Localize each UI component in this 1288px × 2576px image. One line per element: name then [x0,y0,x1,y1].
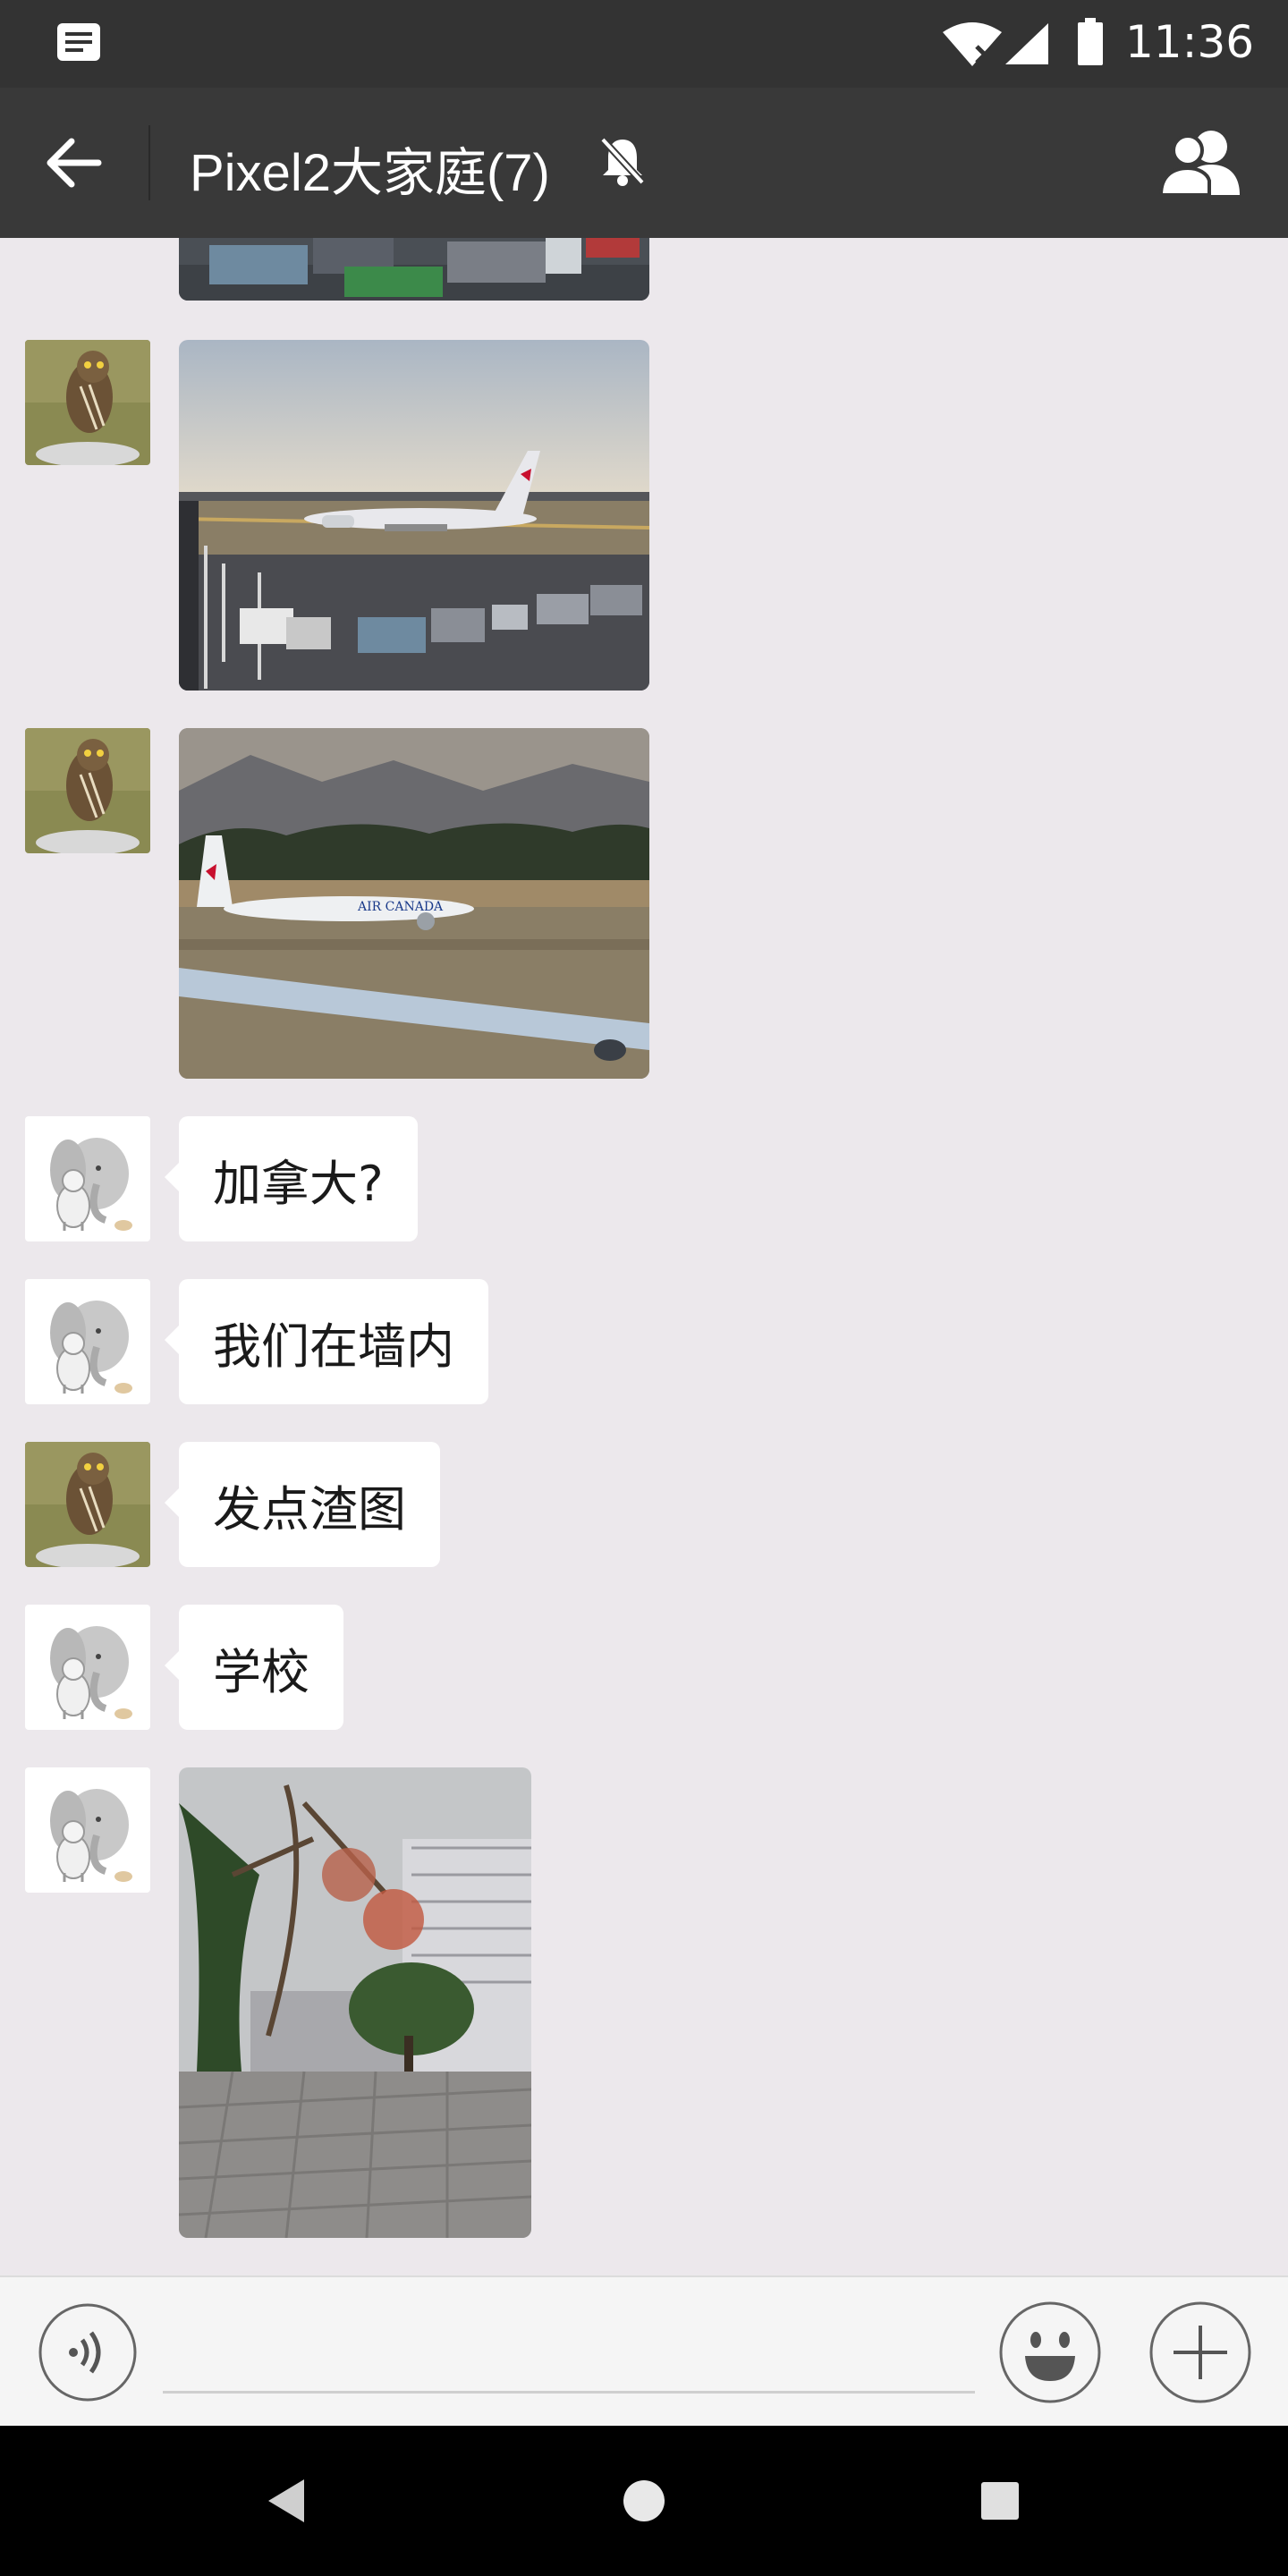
avatar-elephant[interactable] [25,1767,150,1893]
input-bar [0,2275,1288,2426]
message-text-bubble[interactable]: 发点渣图 [165,1442,440,1567]
message-image[interactable]: AIR CANADA [179,728,649,1079]
svg-text:AIR CANADA: AIR CANADA [357,900,444,914]
avatar-owl[interactable] [25,1442,150,1567]
back-button[interactable] [39,127,111,199]
battery-icon [1078,18,1103,65]
message-image[interactable] [179,1767,531,2238]
wifi-x-icon [943,22,1002,66]
chat-header: Pixel2大家庭(7) [0,88,1288,238]
avatar-owl[interactable] [25,728,150,853]
voice-button[interactable] [38,2302,138,2402]
group-members-button[interactable] [1157,127,1243,199]
avatar-elephant[interactable] [25,1116,150,1241]
system-nav-bar [0,2426,1288,2576]
avatar-elephant[interactable] [25,1605,150,1730]
avatar-owl[interactable] [25,340,150,465]
bell-off-icon [600,137,645,186]
message-image[interactable] [179,340,649,691]
signal-icon [1005,23,1048,64]
message-text-bubble[interactable]: 加拿大? [165,1116,418,1241]
nav-back-button[interactable] [265,2476,308,2526]
message-text-bubble[interactable]: 学校 [165,1605,343,1730]
message-image[interactable] [179,238,649,301]
nav-home-button[interactable] [623,2479,665,2522]
chat-message-list[interactable]: AIR CANADA 加拿大? 我们在墙内 发点渣图 学校 [0,238,1288,2275]
status-bar: 11:36 [0,0,1288,88]
chat-title: Pixel2大家庭(7) [190,144,550,202]
message-input[interactable] [163,2295,975,2394]
header-divider [148,125,150,200]
message-text-bubble[interactable]: 我们在墙内 [165,1279,488,1404]
notification-icon [57,23,100,61]
emoji-button[interactable] [998,2301,1102,2404]
nav-recents-button[interactable] [980,2481,1020,2521]
status-time: 11:36 [1125,16,1255,68]
avatar-elephant[interactable] [25,1279,150,1404]
plus-button[interactable] [1148,2301,1252,2404]
